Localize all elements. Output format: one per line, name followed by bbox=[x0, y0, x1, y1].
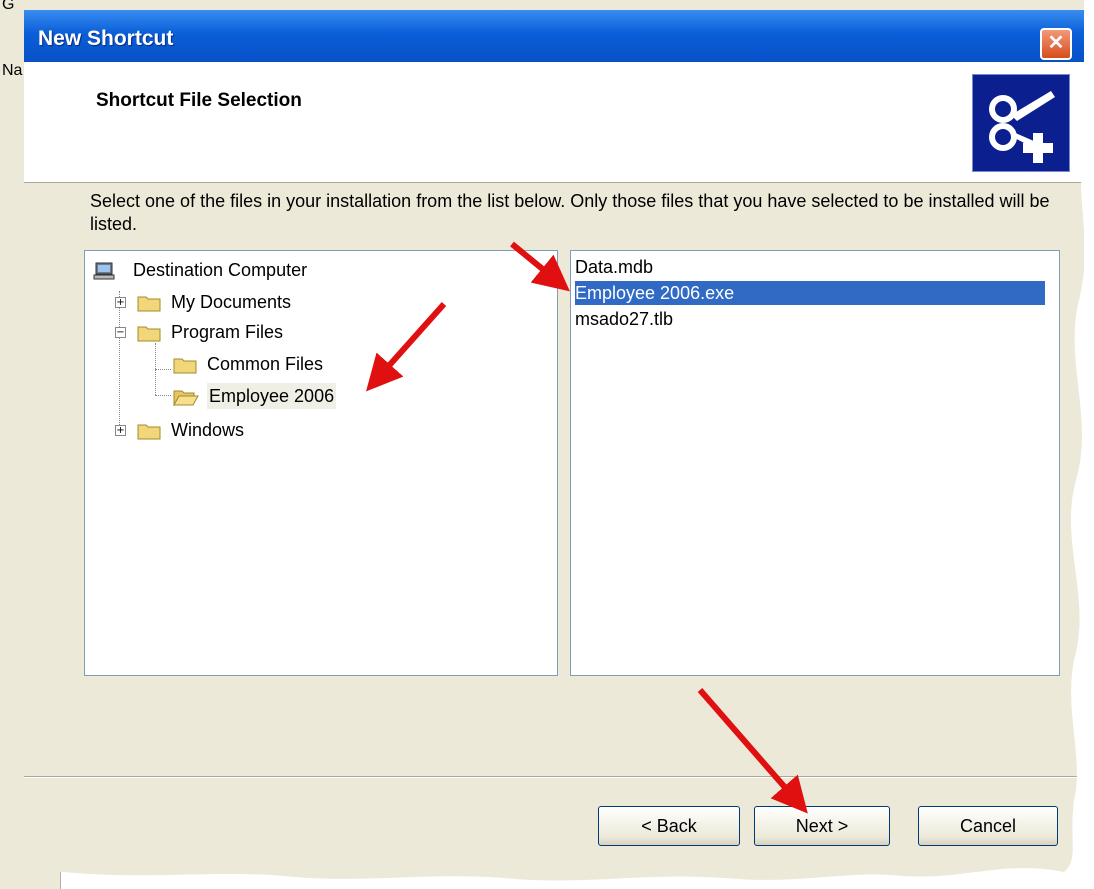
back-button[interactable]: < Back bbox=[598, 806, 740, 846]
header-title: Shortcut File Selection bbox=[96, 90, 302, 111]
collapse-icon[interactable]: − bbox=[115, 327, 126, 338]
close-button[interactable]: ✕ bbox=[1040, 28, 1072, 60]
background-text-top: G bbox=[2, 0, 15, 13]
tree-item-label: Employee 2006 bbox=[207, 383, 336, 409]
scissors-plus-icon bbox=[972, 74, 1070, 172]
folder-icon bbox=[173, 355, 197, 373]
cancel-button[interactable]: Cancel bbox=[918, 806, 1058, 846]
divider bbox=[24, 776, 1084, 778]
tree-item-my-documents[interactable]: + My Documents bbox=[113, 289, 413, 315]
wizard-header: Shortcut File Selection bbox=[24, 62, 1084, 183]
tree-item-label: Windows bbox=[171, 420, 245, 440]
folder-icon bbox=[137, 421, 161, 439]
tree-connector bbox=[155, 395, 171, 396]
background-text-mid: Na bbox=[2, 62, 23, 79]
folder-tree[interactable]: Destination Computer + My Documents − Pr… bbox=[84, 250, 558, 676]
open-folder-icon bbox=[173, 387, 197, 405]
tree-item-label: My Documents bbox=[171, 292, 292, 312]
computer-icon bbox=[93, 261, 115, 279]
file-item-msado27[interactable]: msado27.tlb bbox=[575, 307, 1045, 331]
file-item-data-mdb[interactable]: Data.mdb bbox=[575, 255, 1045, 279]
instructions-text: Select one of the files in your installa… bbox=[90, 191, 1050, 234]
new-shortcut-dialog: New Shortcut ✕ Shortcut File Selection S… bbox=[24, 0, 1084, 889]
tree-item-program-files[interactable]: − Program Files bbox=[113, 319, 413, 345]
tree-item-label: Program Files bbox=[171, 322, 284, 342]
dialog-title: New Shortcut bbox=[38, 27, 174, 50]
file-list[interactable]: Data.mdb Employee 2006.exe msado27.tlb bbox=[570, 250, 1060, 676]
folder-icon bbox=[137, 293, 161, 311]
tree-connector bbox=[155, 369, 171, 370]
next-button[interactable]: Next > bbox=[754, 806, 890, 846]
tree-item-windows[interactable]: + Windows bbox=[113, 417, 413, 443]
folder-icon bbox=[137, 323, 161, 341]
tree-item-employee-2006[interactable]: Employee 2006 bbox=[171, 383, 371, 409]
close-icon: ✕ bbox=[1047, 32, 1065, 54]
tree-item-label: Common Files bbox=[207, 354, 324, 374]
title-bar[interactable]: New Shortcut ✕ bbox=[24, 10, 1084, 62]
expand-icon[interactable]: + bbox=[115, 297, 126, 308]
file-item-employee-exe[interactable]: Employee 2006.exe bbox=[575, 281, 1045, 305]
tree-item-common-files[interactable]: Common Files bbox=[171, 351, 471, 377]
expand-icon[interactable]: + bbox=[115, 425, 126, 436]
tree-root-label: Destination Computer bbox=[133, 260, 308, 280]
